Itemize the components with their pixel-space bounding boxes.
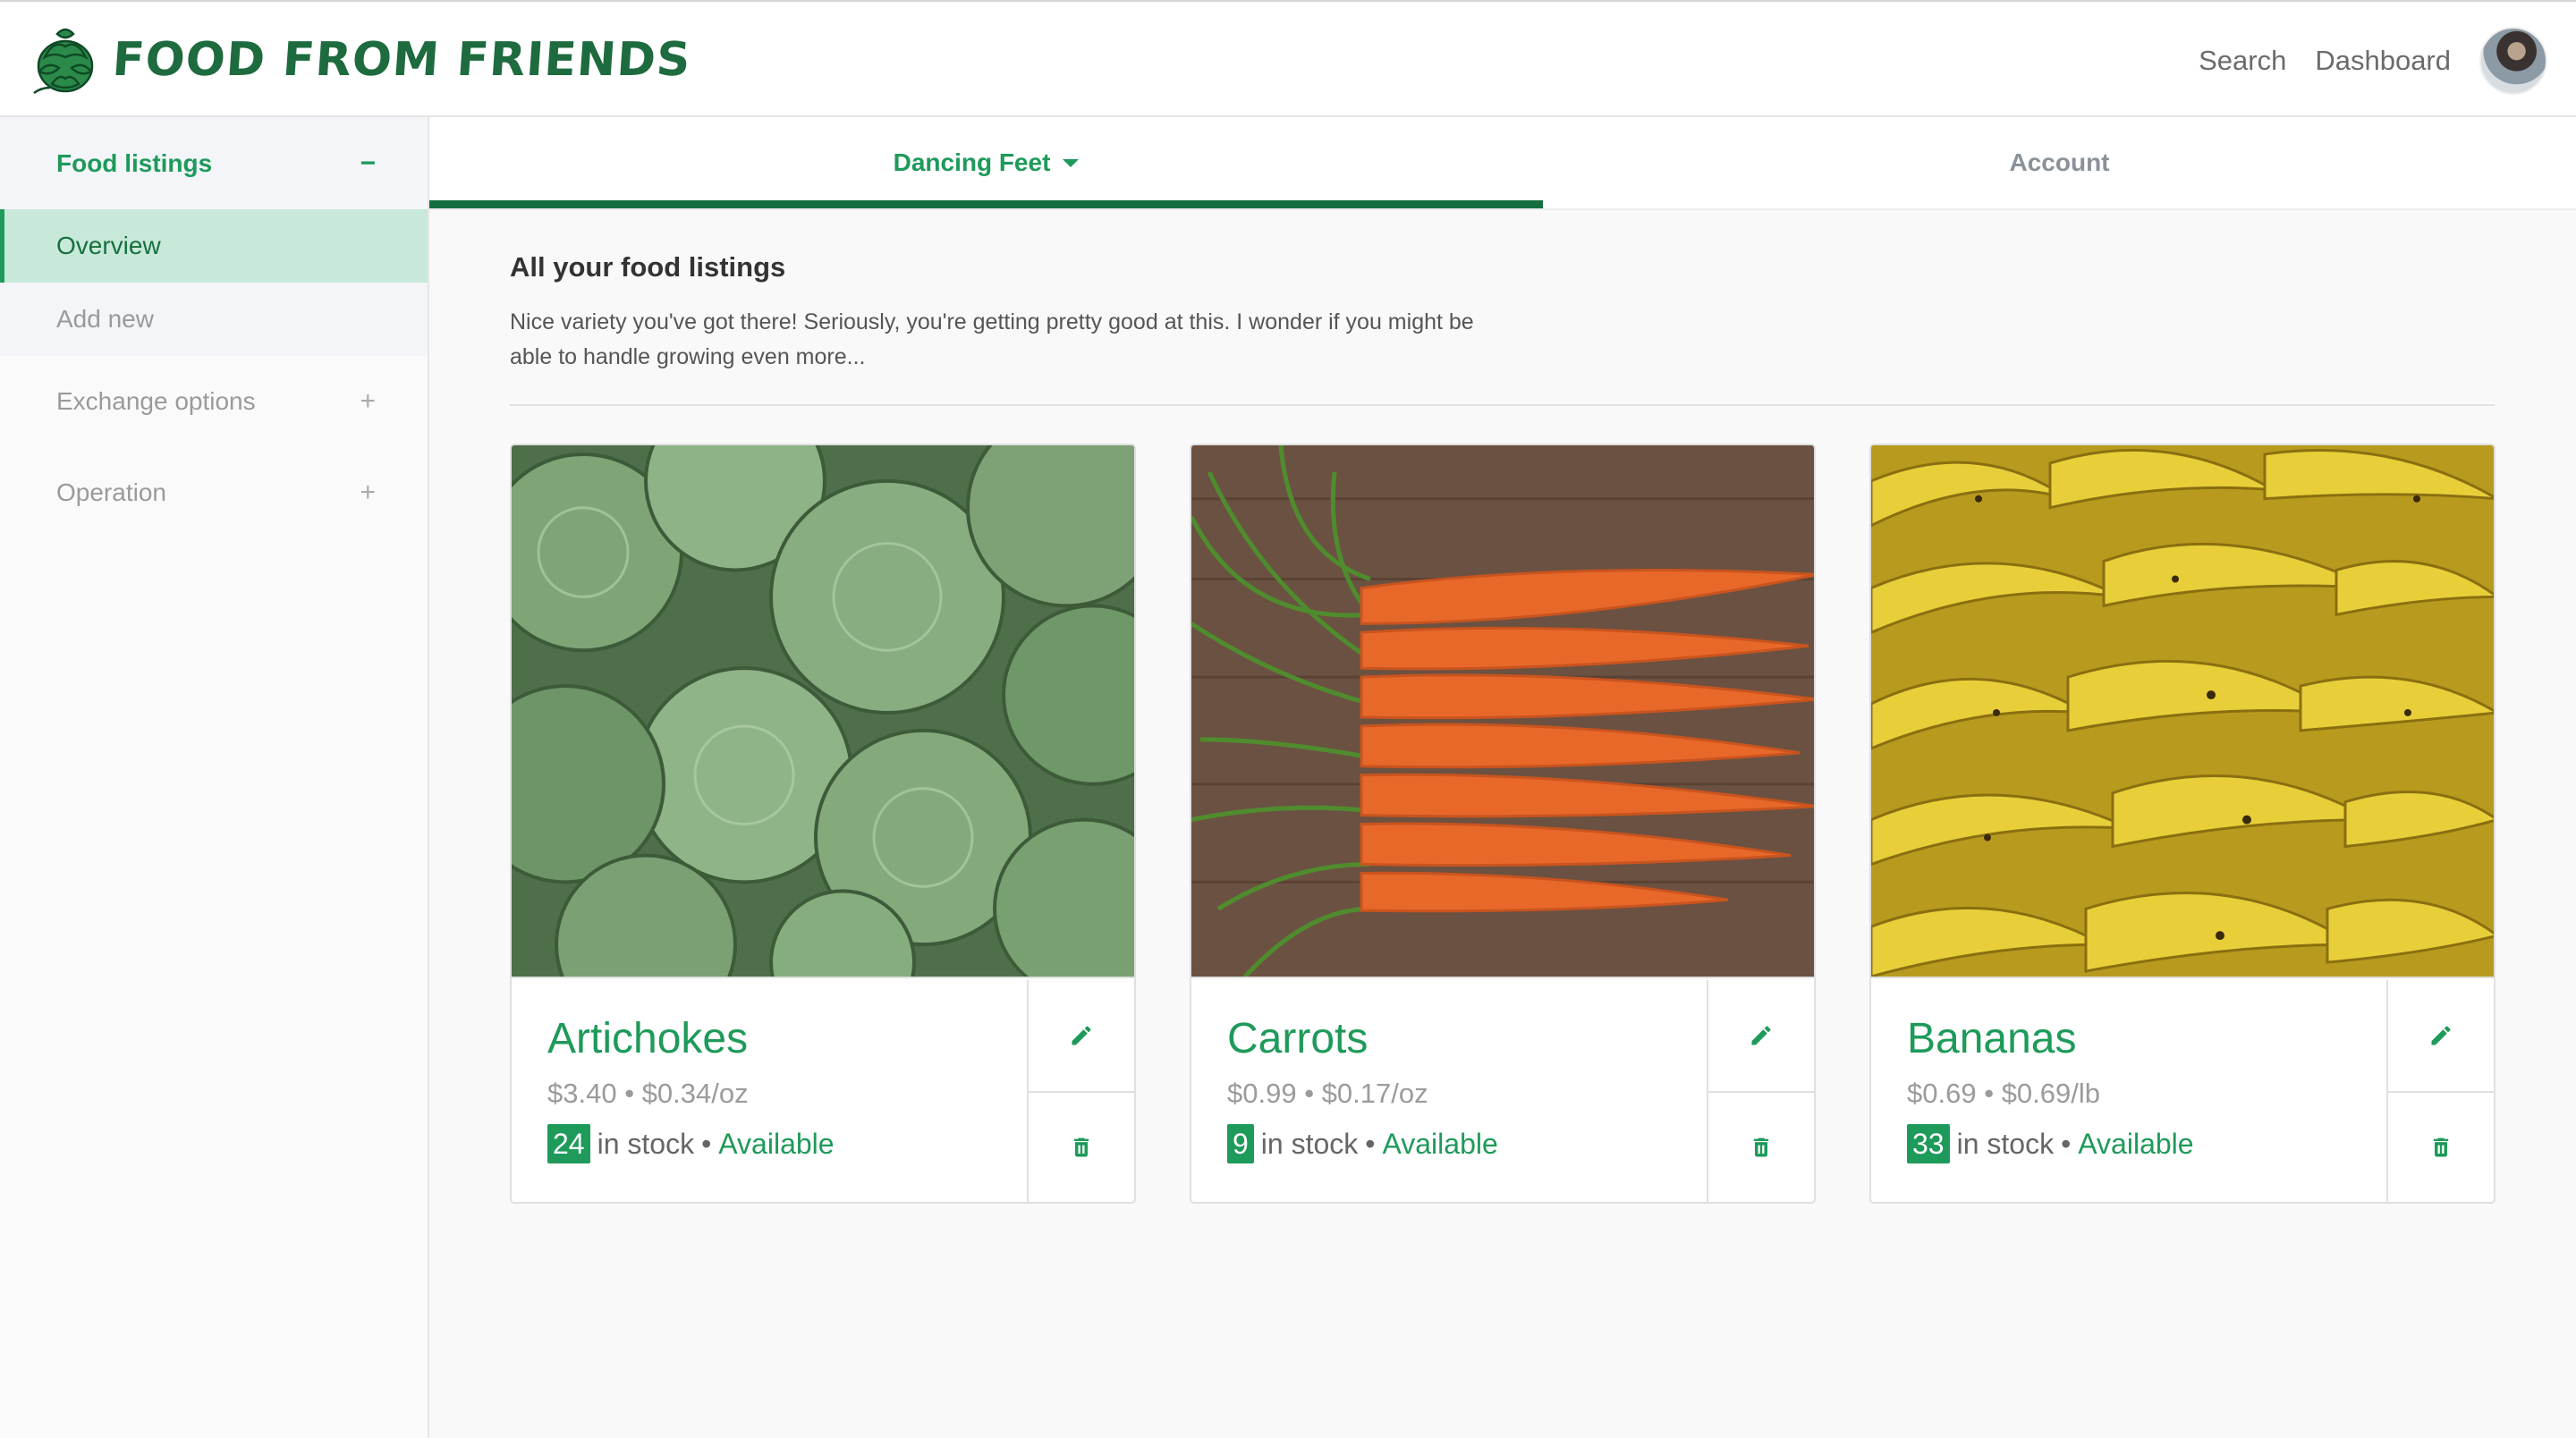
edit-button[interactable] — [1708, 980, 1814, 1091]
dashboard-link[interactable]: Dashboard — [2315, 45, 2451, 77]
sidebar-section-label: Exchange options — [56, 387, 256, 415]
listing-info: Bananas $0.69 • $0.69/lb 33 in stock • A… — [1871, 980, 2390, 1202]
stock-badge: 9 — [1227, 1124, 1254, 1163]
listing-cards: Artichokes $3.40 • $0.34/oz 24 in stock … — [510, 444, 2496, 1204]
listing-card: Carrots $0.99 • $0.17/oz 9 in stock • Av… — [1190, 444, 1816, 1204]
caret-down-icon — [1063, 158, 1080, 167]
unit-price: $0.34/oz — [641, 1078, 749, 1109]
pencil-icon — [2431, 1026, 2451, 1045]
listing-actions — [1027, 980, 1134, 1202]
status-text: Available — [2078, 1127, 2194, 1160]
separator: • — [1365, 1127, 1376, 1160]
listing-actions — [2386, 980, 2494, 1202]
listing-card: Artichokes $3.40 • $0.34/oz 24 in stock … — [510, 444, 1136, 1204]
tab-bar: Dancing Feet Account — [429, 117, 2576, 210]
listing-name[interactable]: Carrots — [1227, 1014, 1710, 1063]
stock-label: in stock — [597, 1127, 695, 1160]
stock-badge: 24 — [547, 1124, 590, 1163]
listing-stock: 24 in stock • Available — [547, 1124, 1030, 1163]
delete-button[interactable] — [1029, 1091, 1134, 1202]
expand-icon[interactable]: + — [360, 386, 376, 417]
sidebar: Food listings − Overview Add new Exchang… — [0, 117, 429, 1438]
listing-info: Artichokes $3.40 • $0.34/oz 24 in stock … — [512, 980, 1030, 1202]
trash-icon — [2433, 1138, 2449, 1157]
separator: • — [624, 1078, 635, 1109]
edit-button[interactable] — [1029, 980, 1134, 1091]
tab-label: Dancing Feet — [893, 148, 1051, 176]
price: $3.40 — [547, 1078, 617, 1109]
top-nav: Search Dashboard — [2199, 2, 2576, 119]
page-title: All your food listings — [510, 251, 786, 283]
intro-text: Nice variety you've got there! Seriously… — [510, 309, 1474, 369]
bananas-image[interactable] — [1871, 445, 2496, 978]
main-content: Dancing Feet Account All your food listi… — [429, 117, 2576, 1438]
listing-price: $0.69 • $0.69/lb — [1907, 1078, 2390, 1110]
top-bar: FOOD FROM FRIENDS Search Dashboard — [0, 0, 2576, 117]
trash-icon — [1073, 1138, 1089, 1157]
listing-price: $3.40 • $0.34/oz — [547, 1078, 1030, 1110]
sidebar-section-label: Operation — [56, 478, 166, 506]
listing-stock: 33 in stock • Available — [1907, 1124, 2390, 1163]
listing-actions — [1707, 980, 1814, 1202]
expand-icon[interactable]: + — [360, 478, 376, 508]
pencil-icon — [1751, 1026, 1771, 1045]
brand-logo[interactable]: FOOD FROM FRIENDS — [27, 21, 693, 98]
sidebar-section-label: Food listings — [56, 148, 213, 177]
tab-dancing-feet[interactable]: Dancing Feet — [429, 117, 1543, 208]
delete-button[interactable] — [1708, 1091, 1814, 1202]
sidebar-item-overview[interactable]: Overview — [0, 209, 428, 283]
brand-name: FOOD FROM FRIENDS — [110, 33, 693, 87]
sidebar-section-operation[interactable]: Operation + — [0, 447, 428, 538]
stock-label: in stock — [1260, 1127, 1359, 1160]
tab-account[interactable]: Account — [1543, 117, 2576, 208]
separator: • — [1984, 1078, 1995, 1109]
listing-stock: 9 in stock • Available — [1227, 1124, 1710, 1163]
separator: • — [2061, 1127, 2072, 1160]
unit-price: $0.17/oz — [1321, 1078, 1428, 1109]
tab-label: Account — [2009, 148, 2110, 176]
listing-name[interactable]: Bananas — [1907, 1014, 2390, 1063]
listing-name[interactable]: Artichokes — [547, 1014, 1030, 1063]
separator: • — [1304, 1078, 1315, 1109]
status-text: Available — [1382, 1127, 1498, 1160]
artichokes-image[interactable] — [512, 445, 1136, 1036]
carrots-image[interactable] — [1191, 445, 1816, 978]
listing-card: Bananas $0.69 • $0.69/lb 33 in stock • A… — [1869, 444, 2496, 1204]
trash-icon — [1753, 1138, 1769, 1157]
status-text: Available — [718, 1127, 835, 1160]
search-link[interactable]: Search — [2199, 45, 2286, 77]
collapse-icon[interactable]: − — [360, 148, 376, 179]
listing-info: Carrots $0.99 • $0.17/oz 9 in stock • Av… — [1191, 980, 1710, 1202]
separator: • — [701, 1127, 712, 1160]
listings-panel: All your food listings Nice variety you'… — [429, 210, 2576, 1204]
sidebar-section-exchange-options[interactable]: Exchange options + — [0, 356, 428, 447]
price: $0.99 — [1227, 1078, 1297, 1109]
avatar[interactable] — [2479, 26, 2547, 95]
listing-price: $0.99 • $0.17/oz — [1227, 1078, 1710, 1110]
delete-button[interactable] — [2388, 1091, 2494, 1202]
sidebar-section-food-listings[interactable]: Food listings − — [0, 117, 428, 209]
price: $0.69 — [1907, 1078, 1977, 1109]
divider — [510, 404, 2495, 406]
pencil-icon — [1072, 1026, 1091, 1045]
unit-price: $0.69/lb — [2001, 1078, 2101, 1109]
edit-button[interactable] — [2388, 980, 2494, 1091]
stock-badge: 33 — [1907, 1124, 1950, 1163]
sidebar-item-add-new[interactable]: Add new — [0, 283, 428, 356]
stock-label: in stock — [1956, 1127, 2055, 1160]
artichoke-logo-icon — [33, 28, 94, 95]
